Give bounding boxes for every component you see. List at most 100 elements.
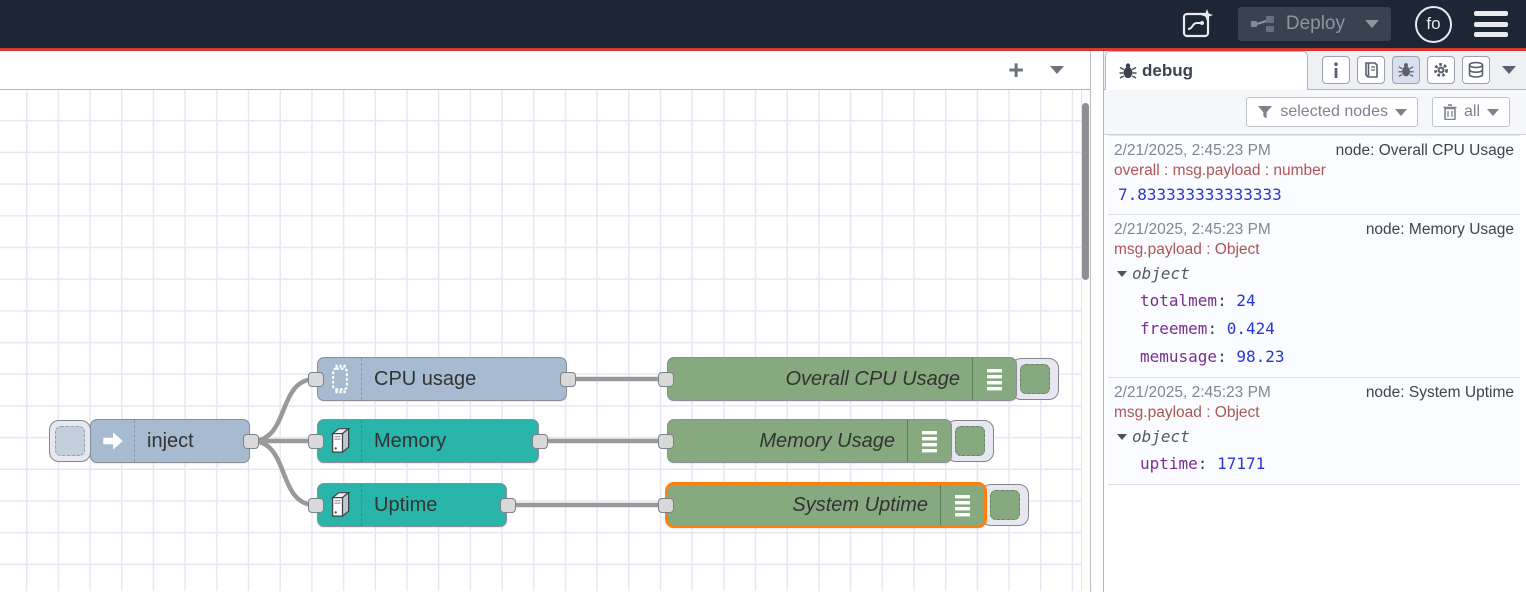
input-port[interactable] (308, 434, 324, 449)
message-source-node[interactable]: node: Memory Usage (1366, 219, 1514, 240)
user-avatar[interactable]: fo (1415, 6, 1452, 43)
flow-canvas[interactable]: inject CPU usage (0, 90, 1090, 591)
tab-debug-label: debug (1142, 61, 1193, 81)
debug-toggle-button[interactable] (1011, 358, 1059, 400)
clear-caret-icon (1487, 109, 1499, 116)
message-property-path: msg.payload : Object (1114, 240, 1514, 260)
debug-list-icon (940, 485, 984, 525)
debug-list-icon (907, 420, 951, 462)
expand-caret-icon (1117, 271, 1127, 277)
entry-colon: : (1207, 319, 1217, 338)
add-flow-button[interactable]: + (1004, 57, 1028, 84)
object-expander[interactable]: object (1114, 260, 1514, 287)
node-uptime[interactable]: Uptime (317, 483, 507, 527)
debug-toggle-button[interactable] (946, 420, 994, 462)
debug-list-icon (972, 358, 1016, 400)
object-entry: uptime: 17171 (1114, 450, 1514, 478)
debug-clear-button[interactable]: all (1432, 97, 1510, 127)
node-label: CPU usage (362, 368, 566, 391)
deploy-button[interactable]: Deploy (1238, 7, 1391, 41)
canvas-scrollbar-thumb[interactable] (1082, 103, 1089, 280)
main-menu-icon[interactable] (1474, 11, 1508, 37)
input-port[interactable] (658, 434, 674, 449)
message-source-node[interactable]: node: System Uptime (1366, 382, 1514, 403)
node-label: Memory (362, 430, 538, 453)
entry-colon: : (1217, 291, 1227, 310)
message-source-node[interactable]: node: Overall CPU Usage (1336, 140, 1514, 161)
object-label: object (1132, 423, 1190, 450)
tab-debug-icon[interactable] (1392, 56, 1420, 84)
debug-message-list: 2/21/2025, 2:45:23 PM node: Overall CPU … (1104, 135, 1526, 485)
header-accent-line (0, 48, 1526, 51)
funnel-icon (1257, 105, 1273, 120)
entry-value: 24 (1236, 291, 1255, 310)
node-debug-memory-usage[interactable]: Memory Usage (667, 419, 952, 463)
message-timestamp: 2/21/2025, 2:45:23 PM (1114, 219, 1271, 240)
tab-info-icon[interactable] (1322, 56, 1350, 84)
node-cpu-usage[interactable]: CPU usage (317, 357, 567, 401)
output-port[interactable] (560, 372, 576, 387)
debug-toggle-button[interactable] (981, 484, 1029, 526)
object-label: object (1132, 260, 1190, 287)
node-label: Overall CPU Usage (668, 368, 972, 391)
filter-caret-icon (1395, 109, 1407, 116)
trash-icon (1443, 104, 1457, 120)
input-port[interactable] (308, 498, 324, 513)
object-expander[interactable]: object (1114, 423, 1514, 450)
debug-toolbar: selected nodes all (1104, 90, 1526, 135)
entry-colon: : (1217, 347, 1227, 366)
node-label: System Uptime (668, 494, 940, 517)
message-property-path: overall : msg.payload : number (1114, 161, 1514, 181)
entry-key: memusage (1140, 347, 1217, 366)
flow-tabbar: + (0, 51, 1090, 90)
deploy-caret-icon[interactable] (1365, 20, 1379, 28)
tab-context-data-icon[interactable] (1462, 56, 1490, 84)
canvas-scrollbar-track[interactable] (1081, 90, 1090, 591)
server-icon (318, 484, 362, 526)
node-label: Memory Usage (668, 430, 907, 453)
flow-assistant-icon[interactable] (1180, 7, 1216, 41)
output-port[interactable] (532, 434, 548, 449)
node-inject[interactable]: inject (90, 419, 250, 463)
node-label: inject (135, 430, 249, 453)
bug-icon (1118, 62, 1138, 80)
message-property-path: msg.payload : Object (1114, 403, 1514, 423)
entry-key: totalmem (1140, 291, 1217, 310)
inject-trigger-button[interactable] (49, 420, 91, 462)
debug-message[interactable]: 2/21/2025, 2:45:23 PM node: System Uptim… (1108, 378, 1520, 485)
message-value: 7.833333333333333 (1114, 181, 1514, 208)
debug-clear-label: all (1464, 103, 1480, 121)
node-debug-overall-cpu-usage[interactable]: Overall CPU Usage (667, 357, 1017, 401)
debug-message[interactable]: 2/21/2025, 2:45:23 PM node: Memory Usage… (1108, 215, 1520, 378)
input-port[interactable] (658, 372, 674, 387)
entry-colon: : (1198, 454, 1208, 473)
debug-message[interactable]: 2/21/2025, 2:45:23 PM node: Overall CPU … (1108, 135, 1520, 215)
entry-key: freemem (1140, 319, 1207, 338)
tab-help-icon[interactable] (1357, 56, 1385, 84)
output-port[interactable] (500, 498, 516, 513)
flow-list-caret-icon[interactable] (1050, 66, 1064, 74)
debug-filter-button[interactable]: selected nodes (1246, 97, 1418, 127)
deploy-label: Deploy (1286, 13, 1345, 35)
sidebar-tabbar: debug (1104, 51, 1526, 90)
tab-debug[interactable]: debug (1105, 51, 1308, 90)
expand-caret-icon (1117, 434, 1127, 440)
avatar-initials: fo (1426, 14, 1440, 34)
debug-filter-label: selected nodes (1280, 103, 1388, 121)
node-memory[interactable]: Memory (317, 419, 539, 463)
object-entry: totalmem: 24 (1114, 287, 1514, 315)
sidebar-menu-caret-icon[interactable] (1502, 66, 1516, 74)
entry-value: 98.23 (1236, 347, 1284, 366)
node-debug-system-uptime[interactable]: System Uptime (665, 482, 987, 528)
message-timestamp: 2/21/2025, 2:45:23 PM (1114, 382, 1271, 403)
sidebar-panel: debug selected nodes (1103, 51, 1526, 592)
object-entry: memusage: 98.23 (1114, 343, 1514, 371)
entry-key: uptime (1140, 454, 1198, 473)
output-port[interactable] (243, 434, 259, 449)
input-port[interactable] (308, 372, 324, 387)
node-label: Uptime (362, 494, 506, 517)
object-entry: freemem: 0.424 (1114, 315, 1514, 343)
tab-config-gear-icon[interactable] (1427, 56, 1455, 84)
inject-arrow-icon (91, 420, 135, 462)
input-port[interactable] (658, 498, 674, 513)
